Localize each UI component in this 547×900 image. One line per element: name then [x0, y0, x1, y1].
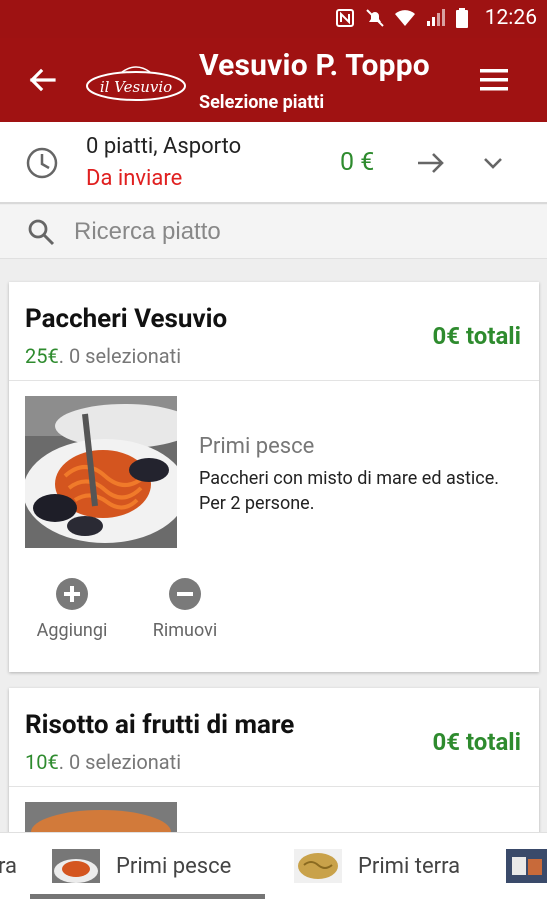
- tab-thumbnail: [52, 849, 100, 883]
- tab-label: ra: [0, 853, 17, 879]
- logo-text: il Vesuvio: [100, 78, 172, 96]
- battery-icon: [455, 8, 475, 28]
- status-bar: 12:26: [0, 0, 547, 38]
- tab-primi-pesce[interactable]: Primi pesce: [52, 833, 231, 899]
- dish-selected-count: . 0 selezionati: [58, 344, 182, 368]
- category-tabs: ra Primi pesce Primi terra: [0, 832, 547, 900]
- dish-price: 10€: [25, 750, 59, 774]
- signal-icon: [425, 8, 445, 28]
- dish-total: 0€ totali: [432, 322, 521, 350]
- dish-price-line: 25€. 0 selezionati: [25, 344, 181, 368]
- tab-next[interactable]: [506, 833, 547, 899]
- add-label: Aggiungi: [36, 620, 108, 641]
- order-state: Da inviare: [86, 166, 183, 191]
- add-button[interactable]: Aggiungi: [22, 578, 122, 641]
- order-summary[interactable]: 0 piatti, Asporto Da inviare 0 €: [0, 122, 547, 204]
- nfc-icon: [335, 8, 355, 28]
- clock-icon: [24, 145, 60, 181]
- tab-primi-terra[interactable]: Primi terra: [294, 833, 460, 899]
- remove-button[interactable]: Rimuovi: [135, 578, 235, 641]
- dish-price: 25€: [25, 344, 59, 368]
- search-input[interactable]: [74, 213, 514, 251]
- tab-label: Primi terra: [358, 853, 461, 879]
- dish-name: Risotto ai frutti di mare: [25, 710, 295, 740]
- tab-primi-terra-prev[interactable]: ra: [0, 833, 17, 899]
- order-count: 0 piatti, Asporto: [86, 134, 242, 159]
- page-title: Vesuvio P. Toppo: [199, 48, 430, 83]
- order-amount: 0 €: [340, 148, 375, 177]
- search-icon: [26, 217, 56, 247]
- selected-tab-indicator: [30, 894, 265, 899]
- dish-card: Risotto ai frutti di mare 10€. 0 selezio…: [9, 688, 539, 848]
- dish-total: 0€ totali: [432, 728, 521, 756]
- mute-icon: [365, 8, 385, 28]
- plus-circle-icon: [56, 578, 88, 610]
- arrow-right-icon[interactable]: [414, 146, 448, 180]
- dish-price-line: 10€. 0 selezionati: [25, 750, 181, 774]
- tab-thumbnail: [294, 849, 342, 883]
- dish-name: Paccheri Vesuvio: [25, 304, 228, 334]
- tab-label: Primi pesce: [116, 853, 232, 879]
- restaurant-logo: il Vesuvio: [84, 60, 188, 104]
- dish-photo: [25, 396, 177, 548]
- divider: [9, 786, 539, 787]
- wifi-icon: [394, 8, 415, 28]
- dish-description: Paccheri con misto di mare ed astice. Pe…: [199, 468, 500, 514]
- divider: [9, 380, 539, 381]
- status-time: 12:26: [484, 6, 537, 30]
- tab-thumbnail: [506, 849, 547, 883]
- page-subtitle: Selezione piatti: [199, 92, 325, 113]
- back-arrow-icon[interactable]: [22, 60, 62, 100]
- dish-category: Primi pesce: [199, 434, 315, 459]
- minus-circle-icon: [169, 578, 201, 610]
- chevron-down-icon[interactable]: [478, 148, 508, 178]
- app-bar: il Vesuvio Vesuvio P. Toppo Selezione pi…: [0, 38, 547, 122]
- dish-card: Paccheri Vesuvio 25€. 0 selezionati 0€ t…: [9, 282, 539, 672]
- search-bar: [0, 205, 547, 259]
- dish-selected-count: . 0 selezionati: [58, 750, 182, 774]
- remove-label: Rimuovi: [152, 620, 218, 641]
- hamburger-menu-icon[interactable]: [478, 66, 512, 94]
